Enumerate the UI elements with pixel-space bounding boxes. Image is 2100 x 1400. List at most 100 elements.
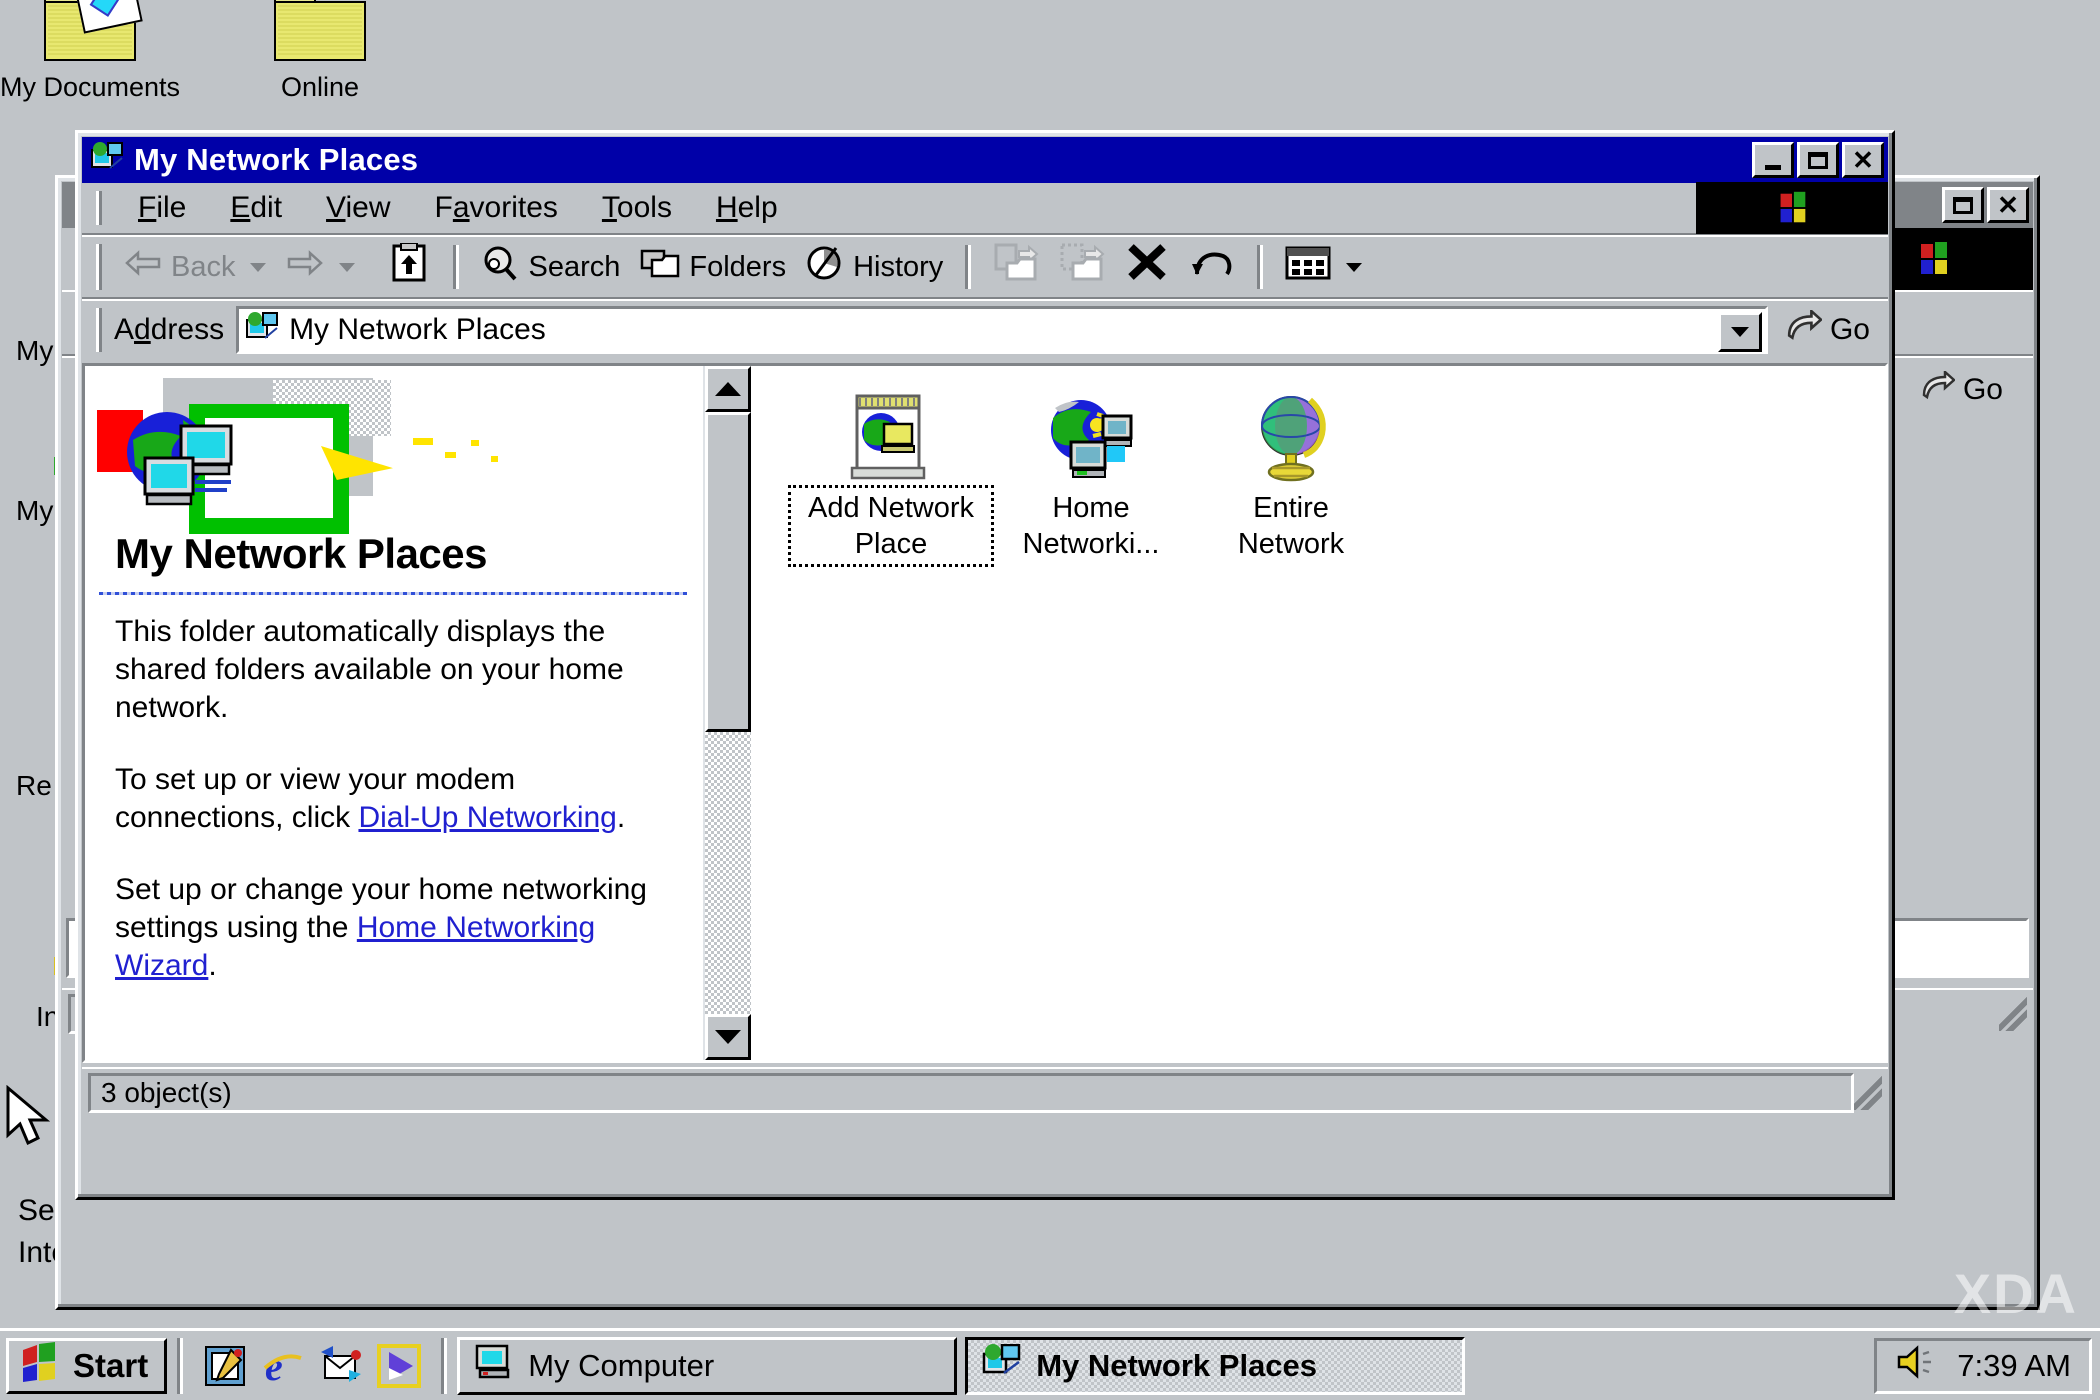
toolbar-search-button[interactable]: Search (471, 241, 630, 293)
maximize-button[interactable] (1797, 142, 1839, 178)
scrollbar-thumb[interactable] (705, 412, 751, 732)
list-item-label: Add Network Place (791, 488, 991, 564)
toolbar-separator-3 (1257, 245, 1263, 289)
menu-tools[interactable]: Tools (580, 187, 694, 229)
toolbar-move-to-button[interactable] (983, 239, 1049, 295)
scroll-down-button[interactable] (705, 1014, 751, 1060)
front-window-title-buttons[interactable]: ✕ (1752, 142, 1884, 178)
toolbar-search-label: Search (528, 251, 620, 284)
addressbar[interactable]: Address My Network Places Go (82, 299, 1888, 359)
go-label: Go (1963, 373, 2003, 407)
desktop-icon-label-partial-my: My (16, 335, 53, 367)
undo-icon (1189, 244, 1235, 290)
addressbar-grip[interactable] (96, 308, 102, 352)
resize-grip[interactable] (1854, 1076, 1882, 1110)
address-dropdown-button[interactable] (1718, 312, 1762, 352)
go-arrow-icon (1786, 310, 1822, 350)
arrow-down-icon (715, 1030, 741, 1044)
toolbar-up-button[interactable] (379, 239, 441, 295)
taskbar-button-my-network-places[interactable]: My Network Places (965, 1337, 1465, 1395)
desktop-icon-label: Online (281, 72, 359, 102)
copy-to-icon (1059, 243, 1105, 291)
close-button[interactable]: ✕ (1987, 187, 2029, 223)
toolbar-delete-button[interactable] (1115, 239, 1179, 295)
entire-network-globe-icon (1191, 384, 1391, 488)
internet-explorer-icon[interactable]: e (261, 1344, 305, 1388)
folders-icon (640, 246, 680, 288)
front-window-titlebar[interactable]: My Network Places ✕ (82, 137, 1888, 183)
address-input[interactable]: My Network Places (236, 306, 1768, 354)
file-list-pane[interactable]: Add Network Place (751, 366, 1885, 1060)
taskbar-divider-2 (441, 1338, 447, 1394)
network-places-icon (245, 312, 279, 349)
my-network-places-window[interactable]: My Network Places ✕ File Edit View Favor… (75, 130, 1895, 1200)
address-label: Address (114, 313, 224, 347)
menu-edit[interactable]: Edit (208, 187, 304, 229)
list-item-add-network-place[interactable]: Add Network Place (791, 384, 991, 564)
toolbar-folders-button[interactable]: Folders (630, 242, 796, 292)
views-icon (1285, 246, 1331, 288)
menu-view[interactable]: View (304, 187, 412, 229)
minimize-button[interactable] (1752, 142, 1794, 178)
list-item-label: Entire Network (1191, 488, 1391, 564)
search-icon (481, 245, 519, 289)
front-window-title: My Network Places (134, 142, 418, 178)
chevron-down-icon[interactable] (250, 263, 266, 272)
menubar[interactable]: File Edit View Favorites Tools Help (82, 183, 1888, 235)
maximize-button[interactable] (1942, 187, 1984, 223)
desktop-icon-label: My Documents (0, 72, 180, 102)
info-pane-scrollbar[interactable] (703, 366, 751, 1060)
resize-grip[interactable] (1999, 997, 2027, 1031)
go-button[interactable]: Go (1768, 310, 1888, 350)
desktop-icon-online[interactable]: Online (225, 0, 415, 102)
home-networking-icon (991, 384, 1191, 488)
windows-logo-animation-icon (1696, 182, 1888, 234)
menu-favorites[interactable]: Favorites (413, 187, 580, 229)
toolbar-back-button[interactable]: Back (114, 246, 276, 288)
chevron-down-icon[interactable] (1346, 263, 1362, 272)
info-paragraph-1: This folder automatically displays the s… (115, 613, 677, 727)
history-icon (806, 245, 844, 289)
windows-flag-icon (19, 1342, 63, 1390)
toolbar-views-button[interactable] (1275, 242, 1372, 292)
toolbar-history-button[interactable]: History (796, 241, 953, 293)
show-desktop-icon[interactable] (203, 1344, 247, 1388)
mouse-cursor (4, 1085, 62, 1156)
go-button[interactable]: Go (1903, 371, 2021, 409)
toolbar[interactable]: Back (82, 235, 1888, 299)
chevron-down-icon[interactable] (339, 263, 355, 272)
taskbar-button-my-computer[interactable]: My Computer (457, 1337, 957, 1395)
scroll-up-button[interactable] (705, 366, 751, 412)
move-to-icon (993, 243, 1039, 291)
clock[interactable]: 7:39 AM (1957, 1348, 2071, 1384)
dial-up-networking-link[interactable]: Dial-Up Networking (358, 801, 616, 834)
taskbar-button-label: My Computer (528, 1348, 714, 1384)
status-objects: 3 object(s) (88, 1073, 1854, 1113)
outlook-express-icon[interactable] (319, 1344, 363, 1388)
toolbar-grip[interactable] (96, 244, 102, 290)
list-item-entire-network[interactable]: Entire Network (1191, 384, 1391, 564)
quick-launch-bar[interactable]: e (193, 1344, 431, 1388)
toolbar-undo-button[interactable] (1179, 240, 1245, 294)
menu-help[interactable]: Help (694, 187, 800, 229)
list-item-label: Home Networki... (991, 488, 1191, 564)
network-places-icon (123, 410, 243, 525)
close-button[interactable]: ✕ (1842, 142, 1884, 178)
taskbar[interactable]: Start e (0, 1328, 2100, 1400)
volume-speaker-icon[interactable] (1895, 1344, 1941, 1388)
delete-icon (1125, 243, 1169, 291)
network-places-icon (982, 1344, 1022, 1388)
list-item-home-networking[interactable]: Home Networki... (991, 384, 1191, 564)
toolbar-copy-to-button[interactable] (1049, 239, 1115, 295)
back-arrow-icon (124, 250, 162, 284)
desktop-icon-my-documents[interactable]: My Documents (0, 0, 185, 102)
start-button[interactable]: Start (6, 1338, 167, 1394)
system-tray[interactable]: 7:39 AM (1874, 1338, 2092, 1394)
windows-media-player-icon[interactable] (377, 1344, 421, 1388)
menu-file[interactable]: File (116, 187, 208, 229)
scrollbar-track[interactable] (705, 732, 751, 1014)
desktop-icon-label-partial-recycle: Re (16, 770, 52, 802)
toolbar-forward-button[interactable] (276, 246, 365, 288)
back-window-title-buttons[interactable]: ✕ (1942, 187, 2029, 223)
menubar-grip[interactable] (96, 191, 102, 225)
